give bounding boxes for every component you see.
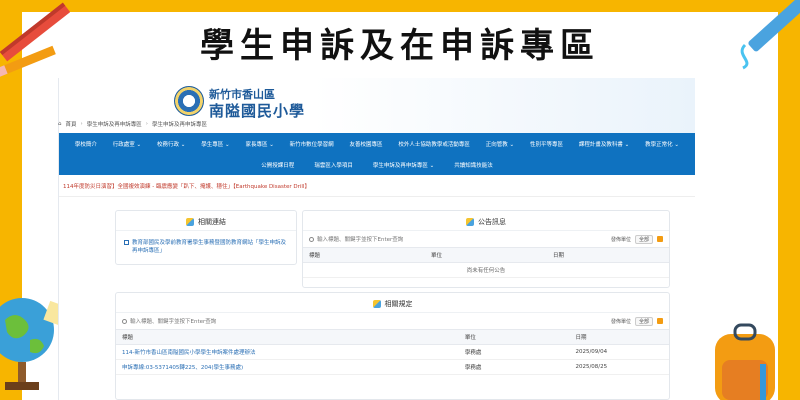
lightbulb-icon xyxy=(372,300,381,308)
nav-item-reading[interactable]: 共讀知識技能法 xyxy=(454,161,493,169)
column-header[interactable]: 標題 xyxy=(116,329,459,345)
home-icon[interactable]: ⌂ xyxy=(58,121,62,127)
related-link-item[interactable]: 教育部國民及學前教育署學生事務暨國防教育網站「學生申訴及再申訴專區」 xyxy=(116,231,296,263)
search-row: 輸入標題、關鍵字並按下Enter查詢 發佈單位 全部 xyxy=(116,313,669,329)
column-header[interactable]: 單位 xyxy=(425,247,547,263)
nav-item-school-intro[interactable]: 學校簡介 xyxy=(75,140,97,148)
regulations-table: 標題 單位 日期 114-新竹市香山區南隘國民小學學生申訴案件處理辦法 學務處 … xyxy=(116,329,669,375)
breadcrumb-level2[interactable]: 學生申訴及再申訴專區 xyxy=(152,120,207,128)
school-name[interactable]: 南隘國民小學 xyxy=(209,100,305,121)
related-links-panel: 相關連結 教育部國民及學前教育署學生事務暨國防教育網站「學生申訴及再申訴專區」 xyxy=(115,210,297,265)
announcement-ticker[interactable]: 114年度防災日演習】全國複效演練 - 臨震應變「趴下、掩護、穩住」【Earth… xyxy=(59,175,695,197)
row-unit: 學務處 xyxy=(458,359,570,375)
search-row: 輸入標題、關鍵字並按下Enter查詢 發佈單位 全部 xyxy=(303,231,669,247)
nav-item-open-class[interactable]: 公開授課日程 xyxy=(261,161,294,169)
rss-icon[interactable] xyxy=(657,236,663,242)
column-header[interactable]: 日期 xyxy=(569,329,669,345)
unit-filter-select[interactable]: 全部 xyxy=(634,234,653,244)
breadcrumb-level1[interactable]: 學生申訴及再申訴專區 xyxy=(87,120,142,128)
panel-title: 相關連結 xyxy=(198,218,226,226)
external-link-icon xyxy=(124,240,129,245)
nav-item-appeal-zone[interactable]: 學生申訴及再申訴專區 ⌄ xyxy=(373,161,434,169)
regulations-panel: 相關規定 輸入標題、關鍵字並按下Enter查詢 發佈單位 全部 標題 單位 日期… xyxy=(115,292,670,400)
nav-item-gender-equality[interactable]: 性別平等專區 xyxy=(530,140,563,148)
filter-label: 發佈單位 xyxy=(610,318,631,325)
lightbulb-icon xyxy=(466,218,474,226)
search-placeholder[interactable]: 輸入標題、關鍵字並按下Enter查詢 xyxy=(317,235,403,243)
nav-item-positive-discipline[interactable]: 正向管教 ⌄ xyxy=(486,140,514,148)
school-logo-icon[interactable] xyxy=(174,86,204,116)
breadcrumb-separator: › xyxy=(80,121,83,127)
table-row[interactable]: 114-新竹市香山區南隘國民小學學生申訴案件處理辦法 學務處 2025/09/0… xyxy=(116,344,669,360)
nav-item-friendly-campus[interactable]: 友善校園專區 xyxy=(350,140,383,148)
announcements-panel: 公告訊息 輸入標題、關鍵字並按下Enter查詢 發佈單位 全部 標題 單位 日期… xyxy=(302,210,670,288)
search-icon xyxy=(122,318,127,324)
nav-row-1: 學校簡介 行政處室 ⌄ 校務行政 ⌄ 學生專區 ⌄ 家長專區 ⌄ 新竹市數位學習… xyxy=(67,133,687,154)
nav-item-student-zone[interactable]: 學生專區 ⌄ xyxy=(201,140,229,148)
nav-item-external-teaching[interactable]: 校外人士協助教學或活動專區 xyxy=(398,140,470,148)
poster-title: 學生申訴及在申訴專區 xyxy=(200,26,600,66)
search-icon xyxy=(309,236,314,242)
search-input[interactable]: 輸入標題、關鍵字並按下Enter查詢 xyxy=(122,317,216,325)
search-input[interactable]: 輸入標題、關鍵字並按下Enter查詢 xyxy=(309,235,403,243)
unit-filter: 發佈單位 全部 xyxy=(610,316,663,326)
panel-title: 相關規定 xyxy=(384,300,413,308)
column-header[interactable]: 單位 xyxy=(458,329,570,345)
nav-item-curriculum[interactable]: 課程計畫及教科書 ⌄ xyxy=(579,140,629,148)
filter-label: 發佈單位 xyxy=(610,236,631,243)
unit-filter: 發佈單位 全部 xyxy=(610,234,663,244)
nav-item-enrollment[interactable]: 瑞雲區入學項目 xyxy=(314,161,353,169)
related-link-label[interactable]: 教育部國民及學前教育署學生事務暨國防教育網站「學生申訴及再申訴專區」 xyxy=(132,239,288,255)
table-row[interactable]: 申訴專線:03-5371405轉225、204(學生事務處) 學務處 2025/… xyxy=(116,359,669,375)
panel-title: 公告訊息 xyxy=(478,218,506,226)
breadcrumb-home[interactable]: 首頁 xyxy=(66,120,77,128)
search-placeholder[interactable]: 輸入標題、關鍵字並按下Enter查詢 xyxy=(130,317,216,325)
announcements-table: 標題 單位 日期 尚未有任何公告 xyxy=(303,247,669,278)
nav-item-parent-zone[interactable]: 家長專區 ⌄ xyxy=(245,140,273,148)
main-nav: 學校簡介 行政處室 ⌄ 校務行政 ⌄ 學生專區 ⌄ 家長專區 ⌄ 新竹市數位學習… xyxy=(59,133,695,175)
panel-header: 相關規定 xyxy=(116,293,669,313)
unit-filter-select[interactable]: 全部 xyxy=(634,316,653,326)
panel-header: 相關連結 xyxy=(116,211,296,231)
row-title[interactable]: 申訴專線:03-5371405轉225、204(學生事務處) xyxy=(116,359,459,375)
backpack-icon xyxy=(715,323,775,400)
column-header[interactable]: 標題 xyxy=(303,247,425,263)
breadcrumb-separator: › xyxy=(145,121,148,127)
column-header[interactable]: 日期 xyxy=(547,247,669,263)
nav-item-school-admin[interactable]: 校務行政 ⌄ xyxy=(157,140,185,148)
nav-item-teaching-normal[interactable]: 教學正常化 ⌄ xyxy=(645,140,679,148)
lightbulb-icon xyxy=(186,218,194,226)
breadcrumb: ⌂ 首頁 › 學生申訴及再申訴專區 › 學生申訴及再申訴專區 xyxy=(58,120,207,128)
row-date: 2025/09/04 xyxy=(569,344,669,360)
empty-message: 尚未有任何公告 xyxy=(303,262,669,278)
row-unit: 學務處 xyxy=(458,344,570,360)
panel-header: 公告訊息 xyxy=(303,211,669,231)
row-title[interactable]: 114-新竹市香山區南隘國民小學學生申訴案件處理辦法 xyxy=(116,344,459,360)
nav-item-digital-learning[interactable]: 新竹市數位學習網 xyxy=(290,140,334,148)
row-date: 2025/08/25 xyxy=(569,359,669,375)
rss-icon[interactable] xyxy=(657,318,663,324)
nav-row-2: 公開授課日程 瑞雲區入學項目 學生申訴及再申訴專區 ⌄ 共讀知識技能法 xyxy=(67,154,687,175)
nav-item-admin-offices[interactable]: 行政處室 ⌄ xyxy=(113,140,141,148)
